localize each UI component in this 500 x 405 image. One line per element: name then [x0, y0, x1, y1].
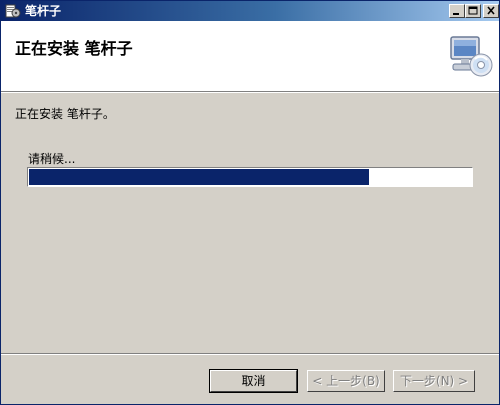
footer-divider: [1, 353, 499, 355]
minimize-icon: [453, 13, 459, 15]
window-title: 笔杆子: [25, 4, 62, 18]
install-progress-bar: [27, 167, 473, 187]
back-button[interactable]: < 上一步(B): [307, 370, 385, 392]
computer-cd-icon: [450, 36, 493, 77]
title-bar[interactable]: 笔杆子: [1, 1, 499, 21]
next-button[interactable]: 下一步(N) >: [393, 370, 475, 392]
close-icon: [487, 6, 495, 15]
wait-label: 请稍候...: [28, 152, 76, 166]
header-divider: [1, 91, 499, 93]
cancel-button[interactable]: 取消: [209, 369, 298, 393]
maximize-button[interactable]: [465, 4, 481, 18]
installer-app-icon: [5, 4, 21, 18]
install-status-text: 正在安装 笔杆子。: [15, 107, 115, 121]
progress-fill: [29, 169, 369, 185]
maximize-icon: [468, 6, 478, 15]
header-banner: 正在安装 笔杆子: [1, 21, 499, 91]
page-title: 正在安装 笔杆子: [15, 39, 133, 58]
close-button[interactable]: [483, 4, 499, 18]
installer-window: 笔杆子 正在安装 笔杆子 正在安装 笔杆子。 请稍候... 取消 < 上一步(B…: [0, 0, 500, 405]
minimize-button[interactable]: [449, 4, 465, 18]
